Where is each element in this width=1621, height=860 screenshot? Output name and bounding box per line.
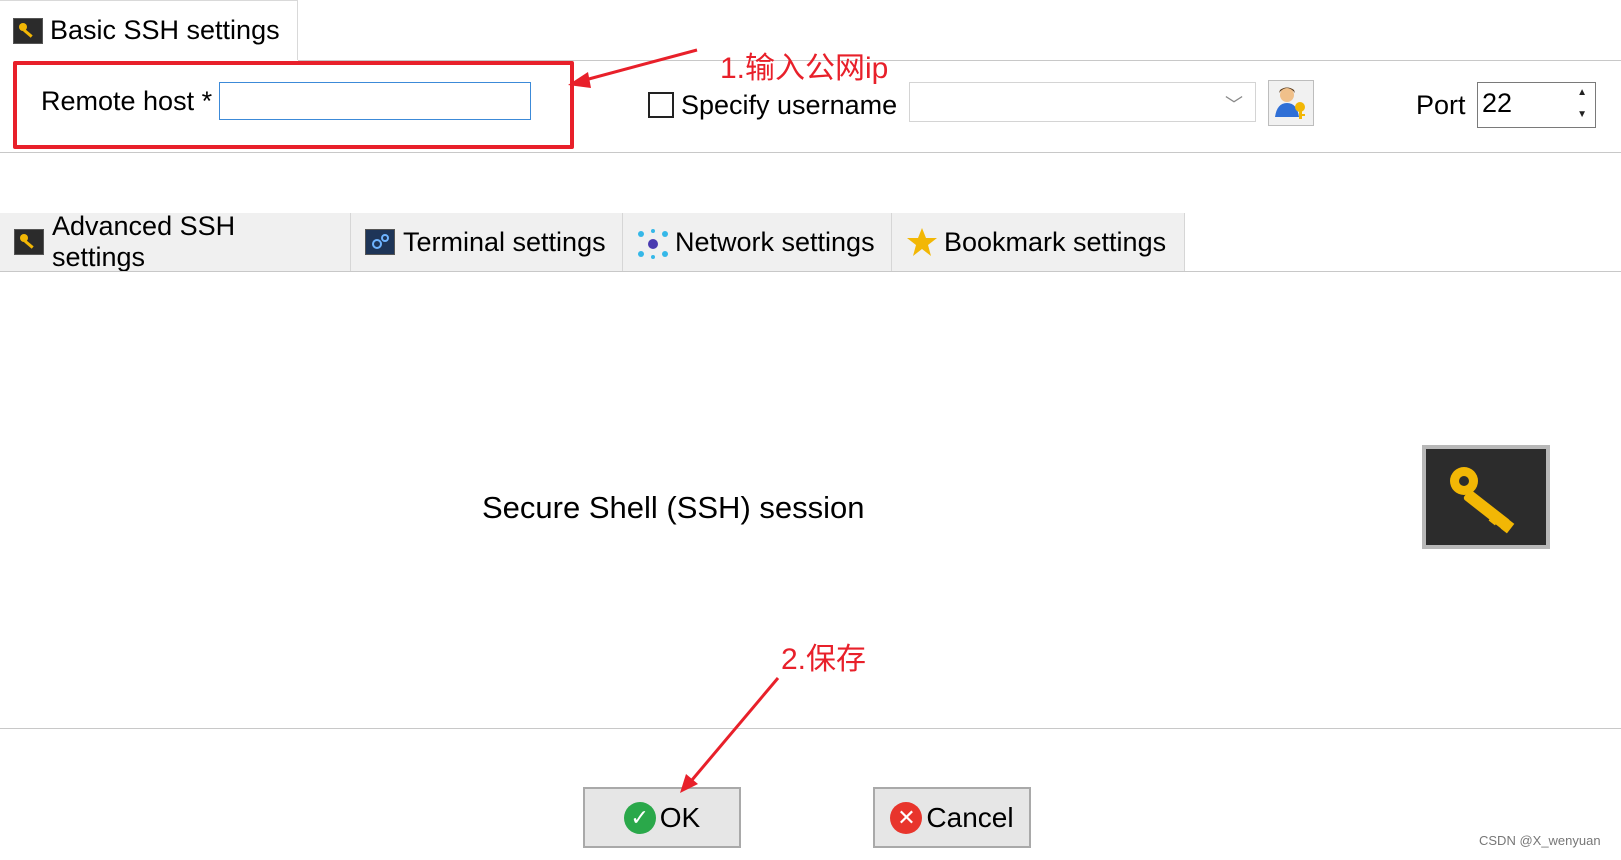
watermark: CSDN @X_wenyuan <box>1479 833 1601 848</box>
arrow-head-1 <box>568 72 591 88</box>
annotation-arrows <box>568 48 780 793</box>
